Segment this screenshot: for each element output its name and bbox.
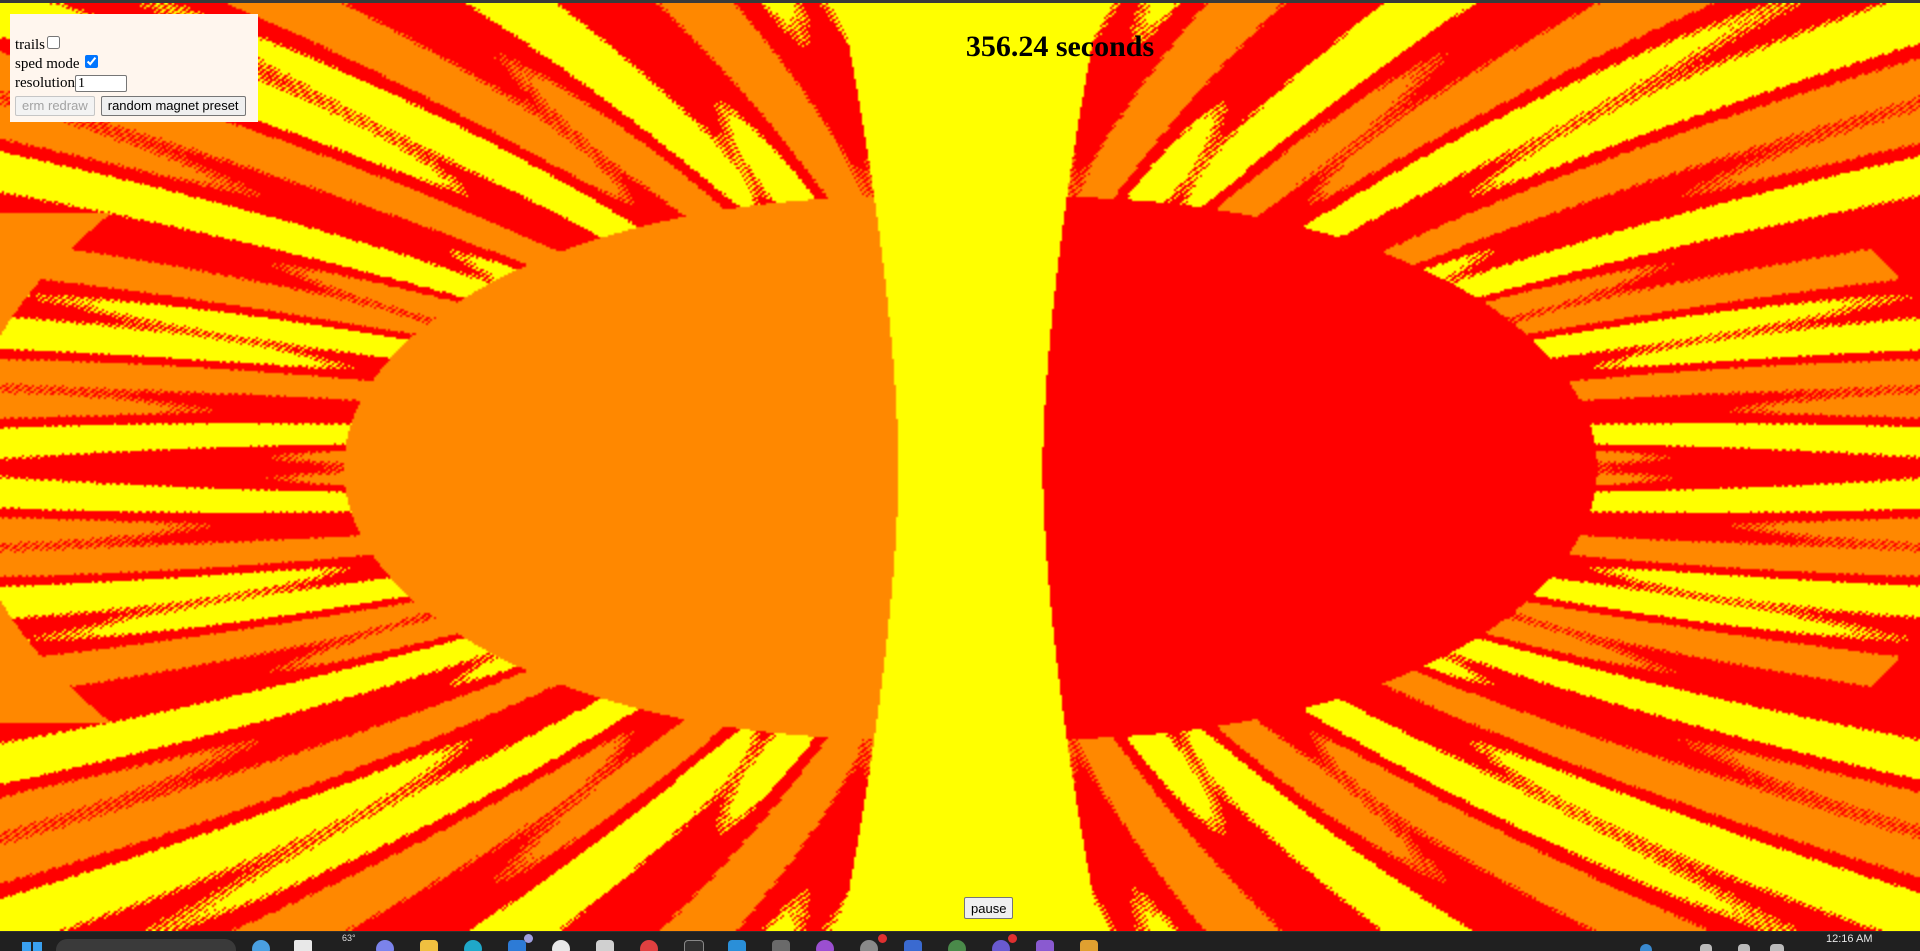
button-row: erm redraw random magnet preset — [15, 96, 253, 116]
notification-badge — [878, 934, 887, 943]
sped-mode-row: sped mode — [15, 55, 253, 74]
trails-row: trails — [15, 36, 253, 55]
chrome-icon[interactable] — [640, 940, 658, 951]
volume-icon[interactable] — [1700, 944, 1712, 951]
app-icon[interactable] — [904, 940, 922, 951]
redraw-button[interactable]: erm redraw — [15, 96, 95, 116]
battery-icon[interactable] — [1738, 944, 1750, 951]
control-panel: trails sped mode resolution erm redraw r… — [10, 14, 258, 122]
terminal-icon[interactable] — [552, 940, 570, 951]
resolution-input[interactable] — [75, 75, 127, 92]
resolution-label: resolution — [15, 75, 75, 91]
resolution-row: resolution — [15, 74, 253, 93]
app-icon[interactable] — [1080, 940, 1098, 951]
chat-icon[interactable] — [376, 940, 394, 951]
sped-mode-checkbox[interactable] — [84, 55, 98, 68]
start-icon[interactable] — [22, 942, 42, 951]
widget-icon[interactable] — [252, 940, 270, 951]
app-icon[interactable] — [860, 940, 878, 951]
app-icon[interactable] — [1036, 940, 1054, 951]
app-icon[interactable] — [508, 940, 526, 951]
app-icon[interactable] — [992, 940, 1010, 951]
pause-button[interactable]: pause — [964, 897, 1014, 919]
notification-badge — [524, 934, 533, 943]
magnet-pendulum-fractal-canvas[interactable] — [0, 3, 1920, 931]
taskbar-clock: 12:16 AM — [1826, 933, 1873, 945]
search-box[interactable] — [56, 939, 236, 951]
app-icon[interactable] — [772, 940, 790, 951]
code-icon[interactable] — [684, 940, 704, 951]
task-view-icon[interactable] — [294, 940, 312, 951]
trails-label: trails — [15, 37, 45, 53]
edge-icon[interactable] — [464, 940, 482, 951]
random-magnet-preset-button[interactable]: random magnet preset — [100, 96, 246, 116]
notifications-icon[interactable] — [1770, 944, 1784, 951]
app-window: trails sped mode resolution erm redraw r… — [0, 0, 1920, 951]
app-icon[interactable] — [948, 940, 966, 951]
network-icon[interactable] — [1640, 944, 1652, 951]
weather-temperature: 63° — [342, 933, 356, 943]
mail-icon[interactable] — [596, 940, 614, 951]
trails-checkbox[interactable] — [47, 36, 60, 49]
notification-badge — [1008, 934, 1017, 943]
sped-mode-label: sped mode — [15, 56, 80, 72]
vscode-icon[interactable] — [728, 940, 746, 951]
windows-taskbar: 63° 12:16 AM — [0, 931, 1920, 951]
file-explorer-icon[interactable] — [420, 940, 438, 951]
app-icon[interactable] — [816, 940, 834, 951]
